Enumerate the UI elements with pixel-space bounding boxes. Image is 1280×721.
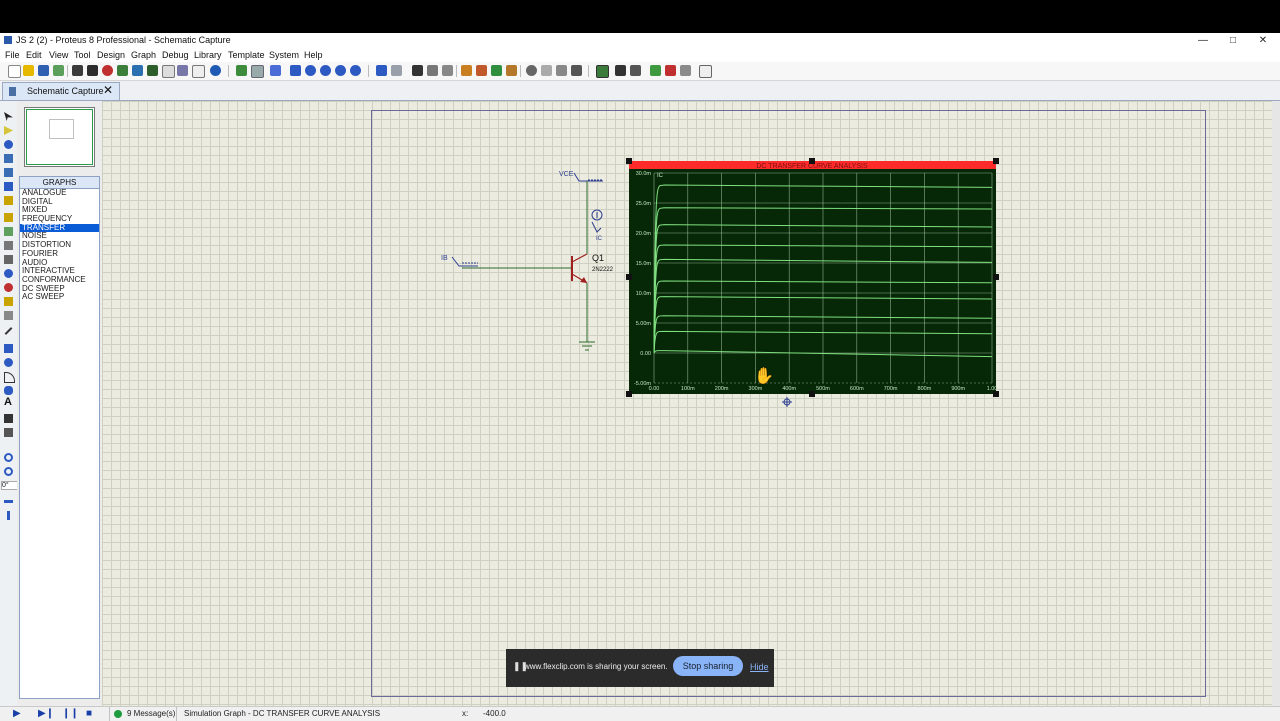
- resize-handle[interactable]: [809, 158, 815, 164]
- x-tick-label: 500m: [816, 386, 830, 392]
- resize-handle[interactable]: [626, 274, 632, 280]
- probe-label: IC: [596, 236, 603, 242]
- x-tick-label: 200m: [715, 386, 729, 392]
- circuit-overlay: VCE IC IB Q1 2N2222 DC TRANSFER CURVE AN…: [441, 158, 999, 407]
- vce-label: VCE: [559, 171, 574, 178]
- resize-handle[interactable]: [626, 158, 632, 164]
- resize-handle[interactable]: [993, 391, 999, 397]
- origin-marker-icon: [782, 397, 792, 407]
- x-tick-label: 0.00: [649, 386, 660, 392]
- x-tick-label: 600m: [850, 386, 864, 392]
- y-tick-label: 0.00: [640, 351, 651, 357]
- y-tick-label: 30.0m: [636, 171, 652, 177]
- ib-generator-symbol[interactable]: [451, 256, 478, 267]
- resize-handle[interactable]: [993, 274, 999, 280]
- graph-title: DC TRANSFER CURVE ANALYSIS: [756, 163, 868, 170]
- hide-banner-link[interactable]: Hide: [750, 662, 769, 672]
- probe-marker: [591, 221, 602, 233]
- y-tick-label: 20.0m: [636, 231, 652, 237]
- x-tick-label: 300m: [749, 386, 763, 392]
- trace-name: IC: [657, 173, 664, 179]
- stop-sharing-button[interactable]: Stop sharing: [673, 656, 743, 676]
- screen-share-banner: ❚❚ www.flexclip.com is sharing your scre…: [506, 649, 774, 687]
- transistor-collector-leg: [571, 253, 588, 263]
- x-tick-label: 900m: [951, 386, 965, 392]
- x-tick-label: 800m: [918, 386, 932, 392]
- x-tick-label: 400m: [782, 386, 796, 392]
- hand-cursor-icon: ✋: [754, 368, 774, 385]
- y-tick-label: 25.0m: [636, 201, 652, 207]
- y-tick-label: 10.0m: [636, 291, 652, 297]
- resize-handle[interactable]: [809, 391, 815, 397]
- transistor-ref: Q1: [592, 253, 604, 263]
- resize-handle[interactable]: [993, 158, 999, 164]
- y-tick-label: 15.0m: [636, 261, 652, 267]
- y-tick-label: 5.00m: [636, 321, 652, 327]
- x-tick-label: 100m: [681, 386, 695, 392]
- x-tick-label: 700m: [884, 386, 898, 392]
- share-message: www.flexclip.com is sharing your screen.: [524, 662, 668, 671]
- resize-handle[interactable]: [626, 391, 632, 397]
- transistor-part: 2N2222: [592, 267, 614, 273]
- ib-label: IB: [441, 255, 448, 262]
